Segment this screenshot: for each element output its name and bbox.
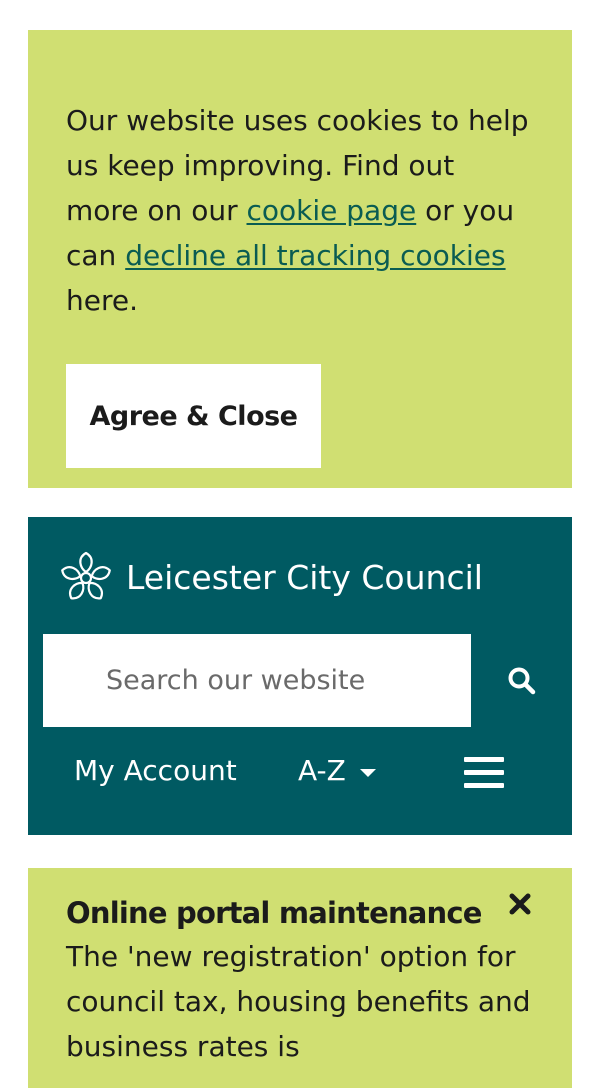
hamburger-menu-icon-bar-bottom — [464, 783, 504, 788]
az-label: A-Z — [298, 754, 346, 787]
search-input[interactable] — [43, 634, 471, 727]
maintenance-alert: Online portal maintenance The 'new regis… — [28, 868, 572, 1088]
brand-name: Leicester City Council — [126, 557, 483, 597]
decline-tracking-link[interactable]: decline all tracking cookies — [125, 239, 505, 272]
cookie-banner: Our website uses cookies to help us keep… — [28, 30, 572, 488]
site-header: Leicester City Council My Account A-Z — [28, 517, 572, 835]
hamburger-menu-icon-bar-top — [464, 757, 504, 762]
az-dropdown[interactable]: A-Z — [298, 754, 376, 787]
brand-logo-link[interactable]: Leicester City Council — [58, 547, 483, 607]
hamburger-menu-button[interactable] — [464, 754, 504, 794]
header-nav: My Account A-Z — [28, 742, 572, 812]
my-account-link[interactable]: My Account — [74, 754, 237, 787]
caret-down-icon — [359, 768, 376, 777]
cookie-text-after: here. — [66, 284, 138, 317]
cookie-message: Our website uses cookies to help us keep… — [66, 98, 534, 323]
cookie-page-link[interactable]: cookie page — [247, 194, 417, 227]
alert-title: Online portal maintenance — [66, 896, 482, 930]
hamburger-menu-icon-bar-middle — [464, 770, 504, 775]
close-icon — [509, 893, 531, 915]
search-icon — [508, 667, 535, 694]
alert-body: The 'new registration' option for counci… — [66, 940, 531, 1063]
search-button[interactable] — [471, 634, 572, 727]
flower-logo-icon — [61, 551, 111, 600]
alert-close-button[interactable] — [506, 890, 534, 918]
agree-close-button[interactable]: Agree & Close — [66, 364, 321, 468]
